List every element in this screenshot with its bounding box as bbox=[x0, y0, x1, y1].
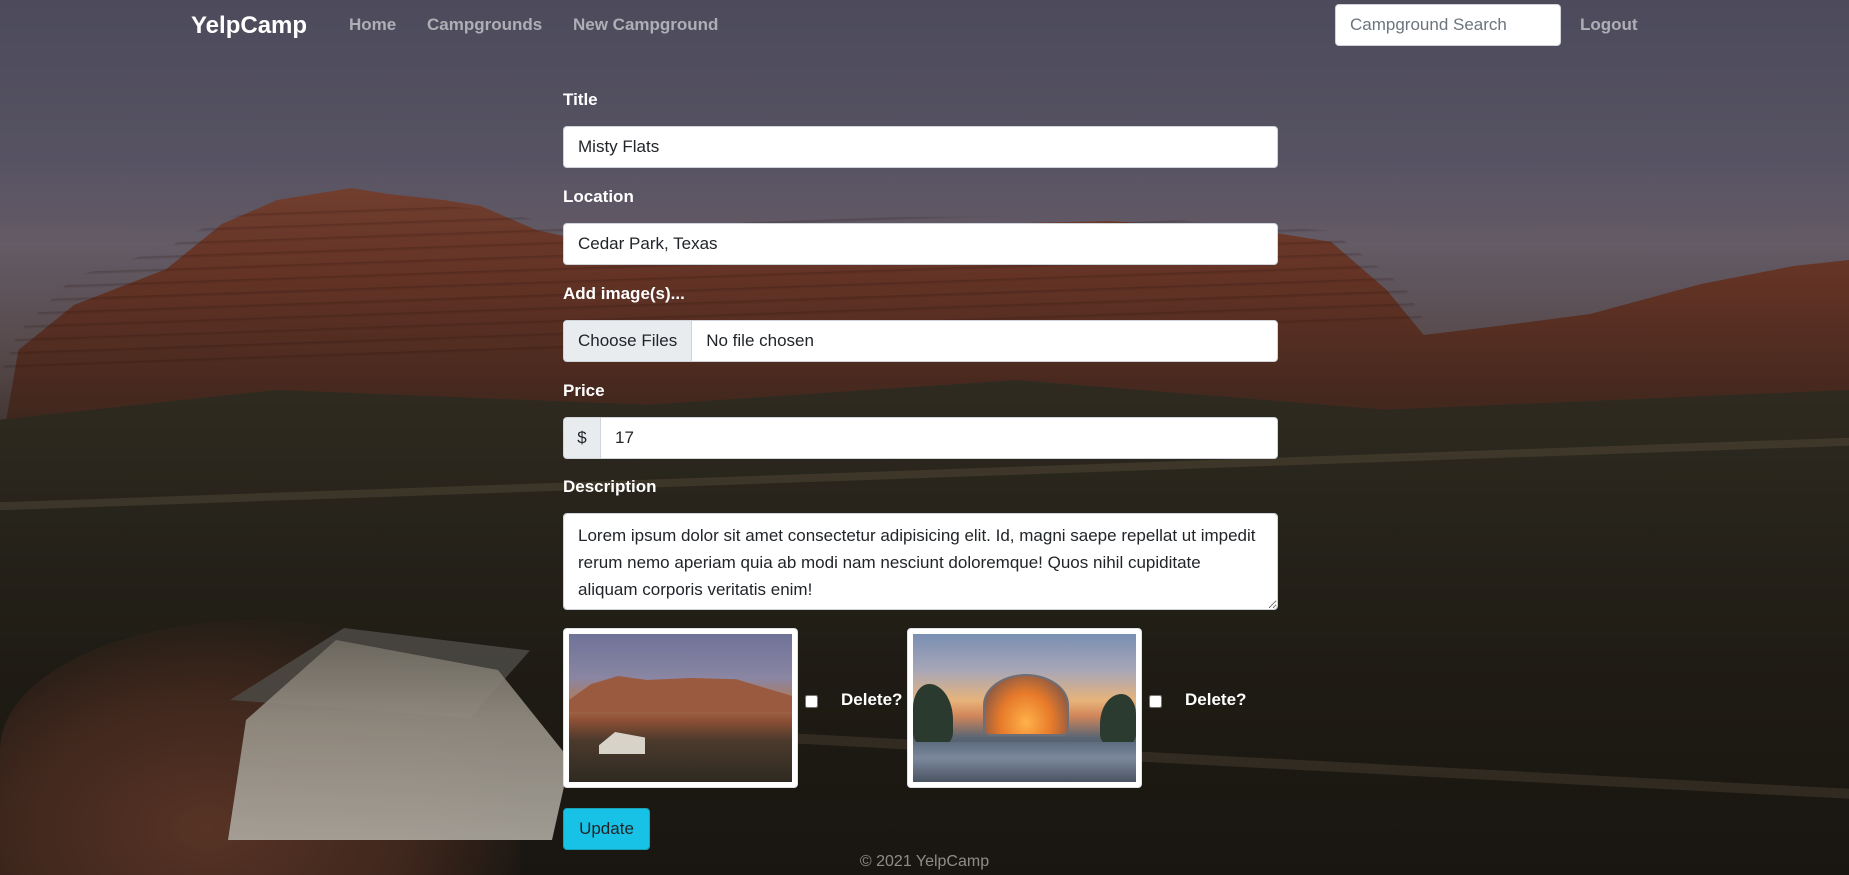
price-input[interactable] bbox=[601, 417, 1278, 459]
file-status-text: No file chosen bbox=[706, 331, 814, 350]
navbar: YelpCamp Home Campgrounds New Campground… bbox=[0, 0, 1849, 50]
nav-campgrounds-link[interactable]: Campgrounds bbox=[427, 15, 542, 35]
nav-new-campground-link[interactable]: New Campground bbox=[573, 15, 718, 35]
update-button[interactable]: Update bbox=[563, 808, 650, 850]
currency-addon: $ bbox=[563, 417, 601, 459]
title-label: Title bbox=[563, 90, 598, 109]
campground-image-thumbnail bbox=[563, 628, 798, 788]
delete-image-label[interactable]: Delete? bbox=[841, 690, 902, 710]
location-label: Location bbox=[563, 187, 634, 206]
delete-image-checkbox[interactable] bbox=[805, 695, 818, 708]
title-input[interactable] bbox=[563, 126, 1278, 168]
campground-images: Delete? Delete? bbox=[563, 628, 1278, 788]
delete-image-checkbox[interactable] bbox=[1149, 695, 1162, 708]
campground-search-input[interactable] bbox=[1335, 4, 1561, 46]
footer: © 2021 YelpCamp bbox=[859, 853, 990, 870]
nav-home-link[interactable]: Home bbox=[349, 15, 396, 35]
description-textarea[interactable]: Lorem ipsum dolor sit amet consectetur a… bbox=[563, 513, 1278, 610]
location-input[interactable] bbox=[563, 223, 1278, 265]
file-input[interactable]: Choose Files No file chosen bbox=[563, 320, 1278, 362]
logout-link[interactable]: Logout bbox=[1580, 15, 1638, 35]
images-label: Add image(s)... bbox=[563, 284, 685, 303]
delete-image-label[interactable]: Delete? bbox=[1185, 690, 1246, 710]
campground-image-thumbnail bbox=[907, 628, 1142, 788]
brand-link[interactable]: YelpCamp bbox=[191, 12, 307, 40]
price-label: Price bbox=[563, 381, 605, 400]
description-label: Description bbox=[563, 477, 657, 496]
choose-files-button[interactable]: Choose Files bbox=[564, 321, 693, 361]
price-input-group: $ bbox=[563, 417, 1278, 459]
